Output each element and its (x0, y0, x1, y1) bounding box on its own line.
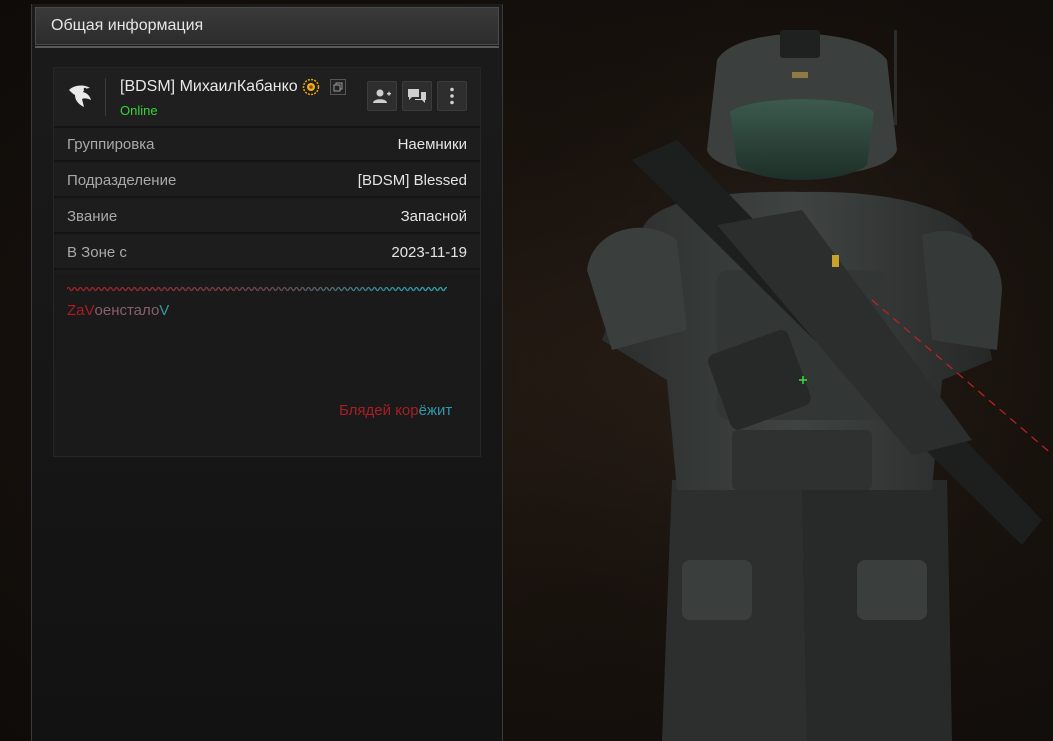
faction-value: Наемники (397, 135, 467, 153)
unit-value: [BDSM] Blessed (357, 171, 467, 189)
copy-icon (333, 82, 343, 92)
panel-title: Общая информация (51, 17, 204, 34)
add-friend-button[interactable] (367, 81, 397, 111)
more-vertical-icon (450, 87, 454, 105)
zone-since-label: В Зоне с (67, 243, 127, 261)
motto-teal: V (159, 302, 170, 319)
signature-red: Блядей кор (339, 402, 419, 419)
more-options-button[interactable] (437, 81, 467, 111)
chat-button[interactable] (402, 81, 432, 111)
unit-label: Подразделение (67, 171, 177, 189)
sun-badge-icon (302, 78, 320, 96)
about-section: ZaVоенсталоV Блядей корёжит (54, 273, 480, 456)
rank-value: Запасной (400, 207, 467, 225)
unit-row: Подразделение [BDSM] Blessed (54, 164, 480, 198)
profile-panel: Общая информация [BDSM] МихаилКабанко On… (31, 4, 503, 741)
zone-since-row: В Зоне с 2023-11-19 (54, 236, 480, 270)
rank-row: Звание Запасной (54, 200, 480, 234)
add-friend-icon (373, 89, 391, 103)
chat-icon (408, 89, 426, 103)
player-card: [BDSM] МихаилКабанко Online Группировка … (53, 67, 481, 457)
eagle-icon (69, 85, 91, 107)
online-status: Online (120, 103, 158, 118)
zone-since-value: 2023-11-19 (391, 243, 467, 261)
profile-header: [BDSM] МихаилКабанко Online (54, 68, 480, 128)
player-name: [BDSM] МихаилКабанко (120, 78, 298, 95)
signature-teal: ёжит (418, 402, 453, 419)
faction-label: Группировка (67, 135, 155, 153)
copy-name-button[interactable] (330, 79, 346, 95)
motto-red: ZaV (67, 302, 95, 319)
rank-label: Звание (67, 207, 118, 225)
character-model[interactable] (502, 0, 1053, 741)
motto-mixed: оенстало (94, 302, 160, 319)
panel-header-divider (35, 46, 499, 48)
wavy-divider (67, 286, 447, 292)
signature-text: Блядей корёжит (339, 402, 452, 419)
motto-text: ZaVоенсталоV (67, 302, 169, 319)
faction-row: Группировка Наемники (54, 128, 480, 162)
panel-header: Общая информация (35, 7, 499, 45)
header-divider (105, 78, 106, 116)
